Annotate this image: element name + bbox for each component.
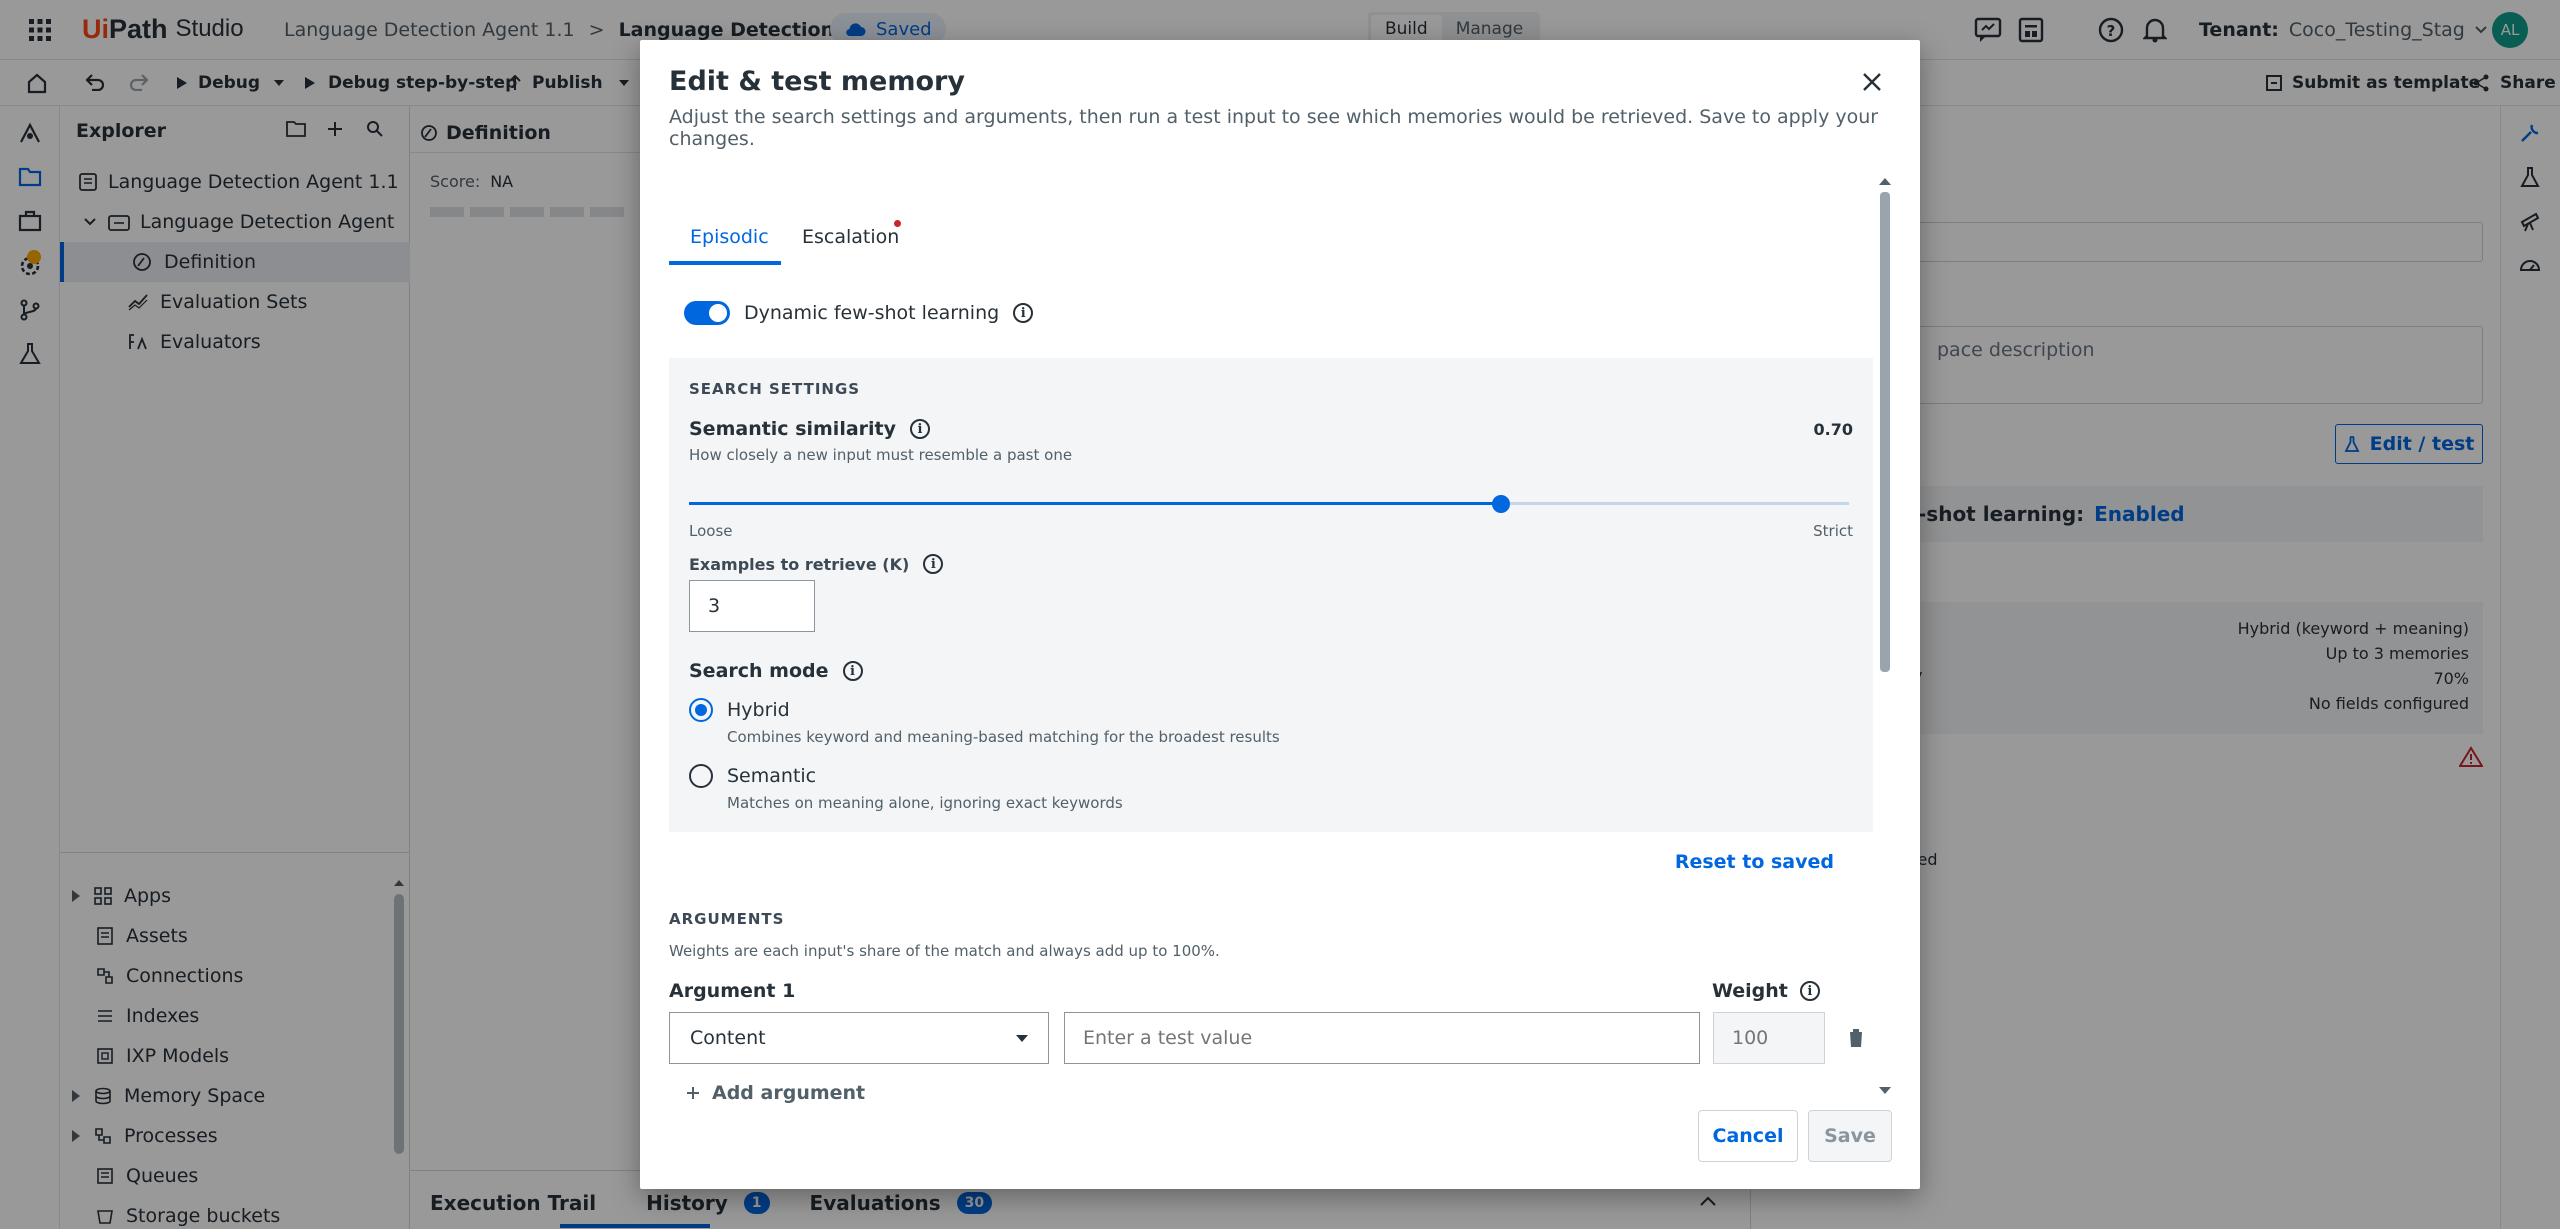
dialog-subtitle: Adjust the search settings and arguments… xyxy=(669,106,1879,150)
arguments-help: Weights are each input's share of the ma… xyxy=(669,942,1220,960)
dialog-title: Edit & test memory xyxy=(669,66,965,97)
plus-icon xyxy=(687,1087,699,1099)
argument-label: Argument 1 xyxy=(669,980,796,1002)
save-button[interactable]: Save xyxy=(1808,1110,1892,1162)
argument-weight-input[interactable] xyxy=(1713,1012,1825,1064)
search-settings-heading: SEARCH SETTINGS xyxy=(689,380,861,398)
argument-field-select[interactable]: Content xyxy=(669,1012,1049,1064)
info-icon[interactable]: i xyxy=(923,554,944,574)
radio-hybrid[interactable] xyxy=(689,698,713,722)
k-label-row: Examples to retrieve (K) i xyxy=(689,554,944,574)
argument-test-value-input[interactable] xyxy=(1064,1012,1700,1064)
fewshot-toggle-row: Dynamic few-shot learning i xyxy=(684,300,1034,326)
search-mode-semantic[interactable]: Semantic xyxy=(689,764,816,788)
fewshot-toggle[interactable] xyxy=(684,301,730,325)
slider-thumb[interactable] xyxy=(1492,495,1510,513)
info-icon[interactable]: i xyxy=(1799,981,1820,1001)
search-mode-label-row: Search mode i xyxy=(689,660,863,682)
trash-icon[interactable] xyxy=(1847,1028,1865,1048)
tab-escalation[interactable]: Escalation xyxy=(802,226,899,262)
close-icon[interactable] xyxy=(1862,72,1882,92)
escalation-indicator-dot xyxy=(894,220,901,227)
info-icon[interactable]: i xyxy=(1013,303,1034,323)
tab-episodic[interactable]: Episodic xyxy=(690,226,769,262)
add-argument-button[interactable]: Add argument xyxy=(686,1082,865,1104)
reset-to-saved-link[interactable]: Reset to saved xyxy=(1675,851,1834,873)
slider-min-label: Loose xyxy=(689,522,733,540)
info-icon[interactable]: i xyxy=(842,661,863,681)
similarity-slider[interactable] xyxy=(689,494,1849,514)
slider-max-label: Strict xyxy=(1813,522,1853,540)
radio-semantic[interactable] xyxy=(689,764,713,788)
similarity-help: How closely a new input must resemble a … xyxy=(689,446,1073,464)
weight-label-row: Weight i xyxy=(1712,980,1820,1002)
dialog-scroll-area: Episodic Escalation Dynamic few-shot lea… xyxy=(640,168,1920,1120)
cancel-button[interactable]: Cancel xyxy=(1698,1110,1798,1162)
similarity-label-row: Semantic similarity i xyxy=(689,418,931,440)
search-mode-hybrid[interactable]: Hybrid xyxy=(689,698,790,722)
info-icon[interactable]: i xyxy=(910,419,931,439)
caret-down-icon xyxy=(1016,1034,1028,1042)
k-input[interactable]: 3 xyxy=(689,580,815,632)
dialog-scrollbar[interactable] xyxy=(1878,176,1892,1096)
semantic-description: Matches on meaning alone, ignoring exact… xyxy=(727,794,1123,812)
edit-test-memory-dialog: Edit & test memory Adjust the search set… xyxy=(640,40,1920,1189)
search-settings-section: SEARCH SETTINGS Semantic similarity i 0.… xyxy=(669,358,1873,832)
similarity-value: 0.70 xyxy=(1813,420,1853,439)
active-tab-indicator xyxy=(669,261,781,265)
arguments-heading: ARGUMENTS xyxy=(669,910,785,928)
hybrid-description: Combines keyword and meaning-based match… xyxy=(727,728,1280,746)
